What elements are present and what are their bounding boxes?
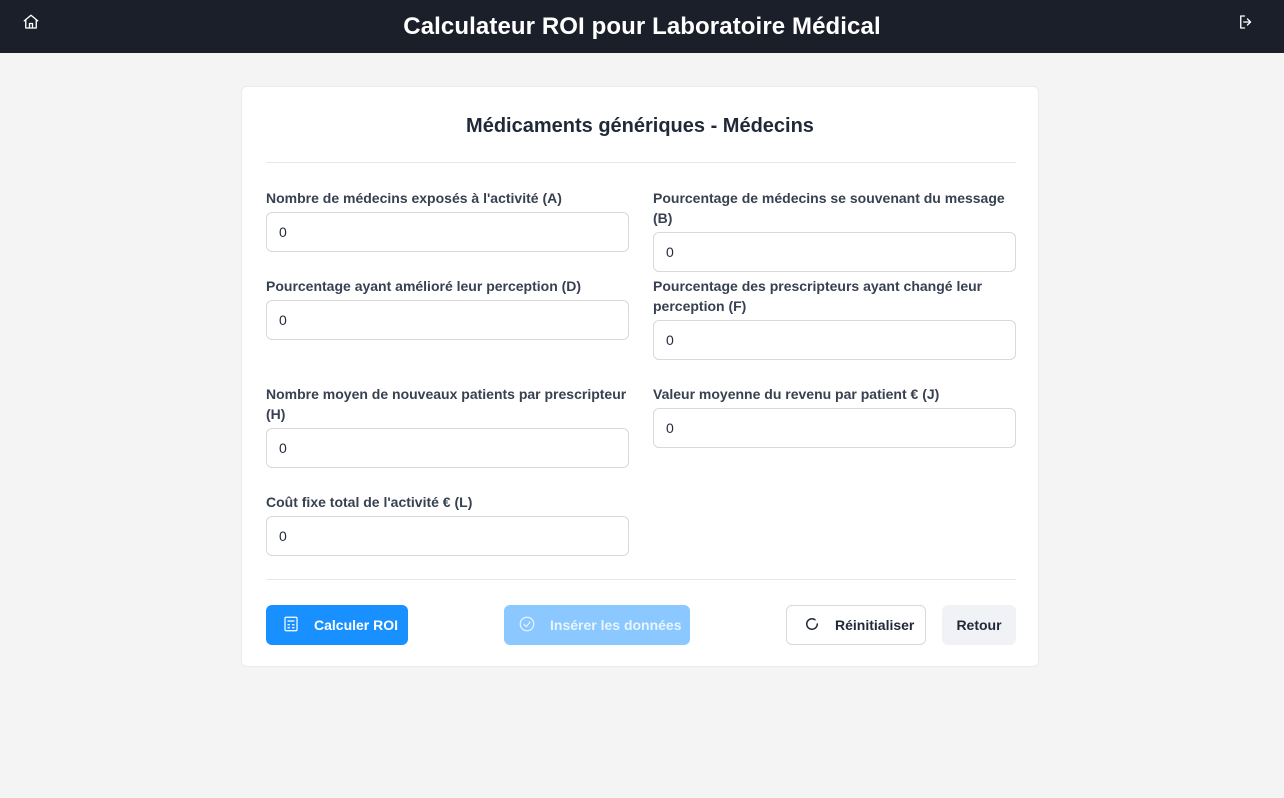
field-new-patients: Nombre moyen de nouveaux patients par pr… xyxy=(266,384,629,468)
back-button[interactable]: Retour xyxy=(942,605,1016,645)
divider xyxy=(266,162,1016,163)
field-revenue-per-patient: Valeur moyenne du revenu par patient € (… xyxy=(653,384,1016,448)
home-icon[interactable] xyxy=(20,11,42,33)
fixed-cost-input[interactable] xyxy=(266,516,629,556)
message-recall-input[interactable] xyxy=(653,232,1016,272)
field-doctors-exposed: Nombre de médecins exposés à l'activité … xyxy=(266,188,629,252)
back-label: Retour xyxy=(956,617,1002,633)
form-title: Médicaments génériques - Médecins xyxy=(466,115,814,137)
calculator-icon xyxy=(282,615,314,636)
app-header: Calculateur ROI pour Laboratoire Médical xyxy=(0,0,1284,53)
field-fixed-cost: Coût fixe total de l'activité € (L) xyxy=(266,492,629,556)
check-circle-icon xyxy=(518,615,550,636)
field-label: Nombre de médecins exposés à l'activité … xyxy=(266,190,562,206)
insert-data-button[interactable]: Insérer les données xyxy=(504,605,690,645)
field-label: Valeur moyenne du revenu par patient € (… xyxy=(653,386,940,402)
changed-perception-input[interactable] xyxy=(653,320,1016,360)
calculate-roi-label: Calculer ROI xyxy=(314,617,399,633)
field-message-recall: Pourcentage de médecins se souvenant du … xyxy=(653,188,1016,272)
calculate-roi-button[interactable]: Calculer ROI xyxy=(266,605,408,645)
reset-label: Réinitialiser xyxy=(835,617,915,633)
field-changed-perception: Pourcentage des prescripteurs ayant chan… xyxy=(653,276,1016,360)
refresh-icon xyxy=(803,615,835,636)
field-improved-perception: Pourcentage ayant amélioré leur percepti… xyxy=(266,276,629,340)
insert-data-label: Insérer les données xyxy=(550,617,682,633)
field-label: Pourcentage des prescripteurs ayant chan… xyxy=(653,278,983,314)
reset-button[interactable]: Réinitialiser xyxy=(786,605,926,645)
new-patients-input[interactable] xyxy=(266,428,629,468)
field-label: Pourcentage ayant amélioré leur percepti… xyxy=(266,278,582,294)
field-label: Pourcentage de médecins se souvenant du … xyxy=(653,190,1005,226)
doctors-exposed-input[interactable] xyxy=(266,212,629,252)
app-title: Calculateur ROI pour Laboratoire Médical xyxy=(403,12,881,40)
improved-perception-input[interactable] xyxy=(266,300,629,340)
divider xyxy=(266,579,1016,580)
logout-icon[interactable] xyxy=(1235,11,1257,33)
field-label: Nombre moyen de nouveaux patients par pr… xyxy=(266,386,627,422)
revenue-per-patient-input[interactable] xyxy=(653,408,1016,448)
roi-form-card: Médicaments génériques - Médecins Nombre… xyxy=(241,86,1039,667)
field-label: Coût fixe total de l'activité € (L) xyxy=(266,494,473,510)
